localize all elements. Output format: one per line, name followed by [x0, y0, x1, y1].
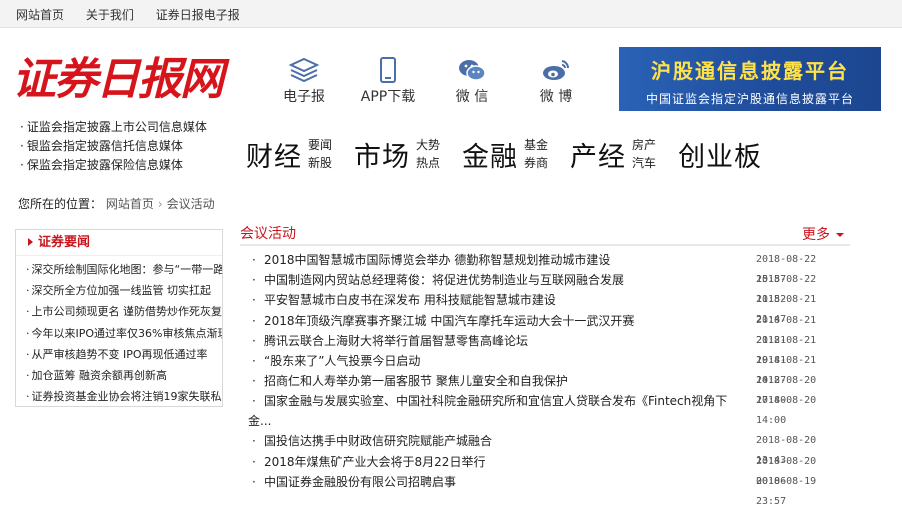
disclosure-list: 证监会指定披露上市公司信息媒体 银监会指定披露信托信息媒体 保监会指定披露保险信… — [20, 118, 207, 175]
list-item[interactable]: 深交所绘制国际化地图：参与“一带一路 — [26, 259, 223, 280]
section-title: 会议活动 — [240, 226, 296, 242]
topbar-link-about[interactable]: 关于我们 — [86, 8, 134, 22]
nav-finance[interactable]: 财经 — [246, 135, 302, 174]
list-item[interactable]: 今年以来IPO通过率仅36%审核焦点渐现 — [26, 323, 223, 344]
news-item[interactable]: 2018年顶级汽摩赛事齐聚江城 中国汽车摩托车运动大会十一武汉开赛2018-08… — [250, 311, 850, 346]
section-header: 会议活动 更多 — [240, 222, 850, 246]
phone-icon — [380, 57, 396, 83]
news-title[interactable]: 腾讯云联合上海财大将举行首届智慧零售高峰论坛 — [264, 331, 528, 351]
news-title[interactable]: 中国制造网内贸站总经理蒋俊：将促进优势制造业与互联网融合发展 — [264, 270, 624, 290]
app-link-label: 微 信 — [455, 89, 489, 105]
news-item[interactable]: “股东来了”人气投票今日启动2018-08-21 14:27 — [250, 351, 850, 386]
topbar-link-home[interactable]: 网站首页 — [16, 8, 64, 22]
news-item[interactable]: 国投信达携手中财政信研究院赋能产城融合2018-08-20 13:43 — [250, 431, 850, 466]
disclosure-item: 证监会指定披露上市公司信息媒体 — [20, 118, 207, 137]
breadcrumb-prefix: 您所在的位置： — [18, 197, 103, 211]
breadcrumb-current[interactable]: 会议活动 — [167, 197, 215, 211]
news-title[interactable]: 国投信达携手中财政信研究院赋能产城融合 — [264, 431, 492, 451]
breadcrumb-sep: › — [157, 197, 163, 211]
nav-industry[interactable]: 产经 — [570, 135, 626, 174]
news-item[interactable]: 中国证券金融股份有限公司招聘启事 2018-08-19 23:57 — [250, 472, 850, 507]
securities-news-list: 深交所绘制国际化地图：参与“一带一路 深交所全方位加强一线监管 切实扛起 上市公… — [16, 256, 223, 407]
news-title[interactable]: 中国证券金融股份有限公司招聘启事 — [264, 472, 456, 492]
layers-icon — [288, 57, 320, 83]
news-title[interactable]: 2018中国智慧城市国际博览会举办 德勤称智慧规划推动城市建设 — [264, 250, 610, 270]
nav-banking[interactable]: 金融 — [462, 135, 518, 174]
nav-market[interactable]: 市场 — [354, 135, 410, 174]
hk-connect-banner[interactable]: 沪股通信息披露平台 中国证监会指定沪股通信息披露平台 — [619, 47, 881, 111]
news-item[interactable]: 2018年煤焦矿产业大会将于8月22日举行2018-08-20 00:06 — [250, 452, 850, 487]
news-item[interactable]: 招商仁和人寿举办第一届客服节 聚焦儿童安全和自我保护2018-08-20 17:… — [250, 371, 850, 406]
list-item[interactable]: 加仓蓝筹 融资余额再创新高 — [26, 365, 222, 386]
nav-sub-trend[interactable]: 大势 — [416, 138, 440, 152]
banner-title: 沪股通信息披露平台 — [651, 59, 849, 83]
more-link[interactable]: 更多 — [802, 224, 844, 244]
news-title[interactable]: 2018年煤焦矿产业大会将于8月22日举行 — [264, 452, 485, 472]
nav-sub-auto[interactable]: 汽车 — [632, 156, 656, 170]
app-link-label: 微 博 — [539, 89, 573, 105]
news-item[interactable]: 中国制造网内贸站总经理蒋俊：将促进优势制造业与互联网融合发展2018-08-22… — [250, 270, 850, 305]
app-link-weibo[interactable]: 微 博 — [514, 56, 598, 110]
site-logo[interactable]: 证券日报网 — [12, 52, 224, 108]
news-title[interactable]: 招商仁和人寿举办第一届客服节 聚焦儿童安全和自我保护 — [264, 371, 568, 391]
meeting-events-section: 会议活动 更多 2018中国智慧城市国际博览会举办 德勤称智慧规划推动城市建设 2… — [240, 222, 850, 507]
disclosure-item: 保监会指定披露保险信息媒体 — [20, 156, 207, 175]
news-date: 2018-08-19 23:57 — [756, 475, 817, 507]
news-item[interactable]: 平安智慧城市白皮书在深发布 用科技赋能智慧城市建设2018-08-21 21:4… — [250, 290, 850, 325]
category-nav: 财经 要闻新股 市场 大势热点 金融 基金券商 产经 房产汽车 创业板 — [246, 132, 762, 176]
nav-sub-hot[interactable]: 热点 — [416, 156, 440, 170]
news-title-line2[interactable]: 金... — [248, 411, 271, 431]
news-list: 2018中国智慧城市国际博览会举办 德勤称智慧规划推动城市建设 2018-08-2… — [240, 250, 850, 507]
news-item[interactable]: 国家金融与发展实验室、中国社科院金融研究所和宜信宜人贷联合发布《Fintech视… — [248, 391, 850, 431]
news-title[interactable]: 2018年顶级汽摩赛事齐聚江城 中国汽车摩托车运动大会十一武汉开赛 — [264, 311, 634, 331]
nav-sub-ipo[interactable]: 新股 — [308, 156, 332, 170]
app-link-epaper[interactable]: 电子报 — [262, 56, 346, 110]
nav-sub-fund[interactable]: 基金 — [524, 138, 548, 152]
list-item[interactable]: 证券投资基金业协会将注销19家失联私募 — [26, 386, 223, 407]
wechat-icon — [459, 60, 486, 81]
breadcrumb: 您所在的位置： 网站首页 › 会议活动 — [18, 195, 215, 212]
app-links: 电子报 APP下载 微 信 微 博 — [262, 56, 598, 110]
top-bar: 网站首页 关于我们 证券日报电子报 — [0, 0, 902, 28]
app-link-label: APP下载 — [360, 89, 416, 105]
news-item[interactable]: 2018中国智慧城市国际博览会举办 德勤称智慧规划推动城市建设2018-08-2… — [250, 250, 850, 285]
news-item[interactable]: 腾讯云联合上海财大将举行首届智慧零售高峰论坛2018-08-21 19:41 — [250, 331, 850, 366]
list-item[interactable]: 从严审核趋势不变 IPO再现低通过率 — [26, 344, 222, 365]
breadcrumb-home[interactable]: 网站首页 — [106, 197, 154, 211]
disclosure-item: 银监会指定披露信托信息媒体 — [20, 137, 207, 156]
nav-sub-broker[interactable]: 券商 — [524, 156, 548, 170]
news-title[interactable]: 国家金融与发展实验室、中国社科院金融研究所和宜信宜人贷联合发布《Fintech视… — [264, 391, 746, 411]
securities-news-panel: 证券要闻 深交所绘制国际化地图：参与“一带一路 深交所全方位加强一线监管 切实扛… — [15, 229, 223, 407]
nav-gem[interactable]: 创业板 — [678, 135, 762, 174]
nav-sub-news[interactable]: 要闻 — [308, 138, 332, 152]
topbar-link-epaper[interactable]: 证券日报电子报 — [156, 8, 240, 22]
panel-title: 证券要闻 — [16, 230, 222, 256]
news-title[interactable]: “股东来了”人气投票今日启动 — [264, 351, 420, 371]
nav-sub-realestate[interactable]: 房产 — [632, 138, 656, 152]
news-title[interactable]: 平安智慧城市白皮书在深发布 用科技赋能智慧城市建设 — [264, 290, 556, 310]
list-item[interactable]: 上市公司频现更名 谨防借势炒作死灰复 — [26, 301, 223, 322]
list-item[interactable]: 深交所全方位加强一线监管 切实扛起 — [26, 280, 222, 301]
news-title-line1[interactable]: 国家金融与发展实验室、中国社科院金融研究所和宜信宜人贷联合发布《Fintech视… — [264, 394, 727, 408]
weibo-icon — [543, 60, 570, 80]
app-link-app[interactable]: APP下载 — [346, 56, 430, 110]
banner-subtitle: 中国证监会指定沪股通信息披露平台 — [645, 92, 854, 106]
app-link-wechat[interactable]: 微 信 — [430, 56, 514, 110]
news-date: 2018-08-20 14:00 — [756, 395, 817, 427]
app-link-label: 电子报 — [283, 89, 325, 105]
